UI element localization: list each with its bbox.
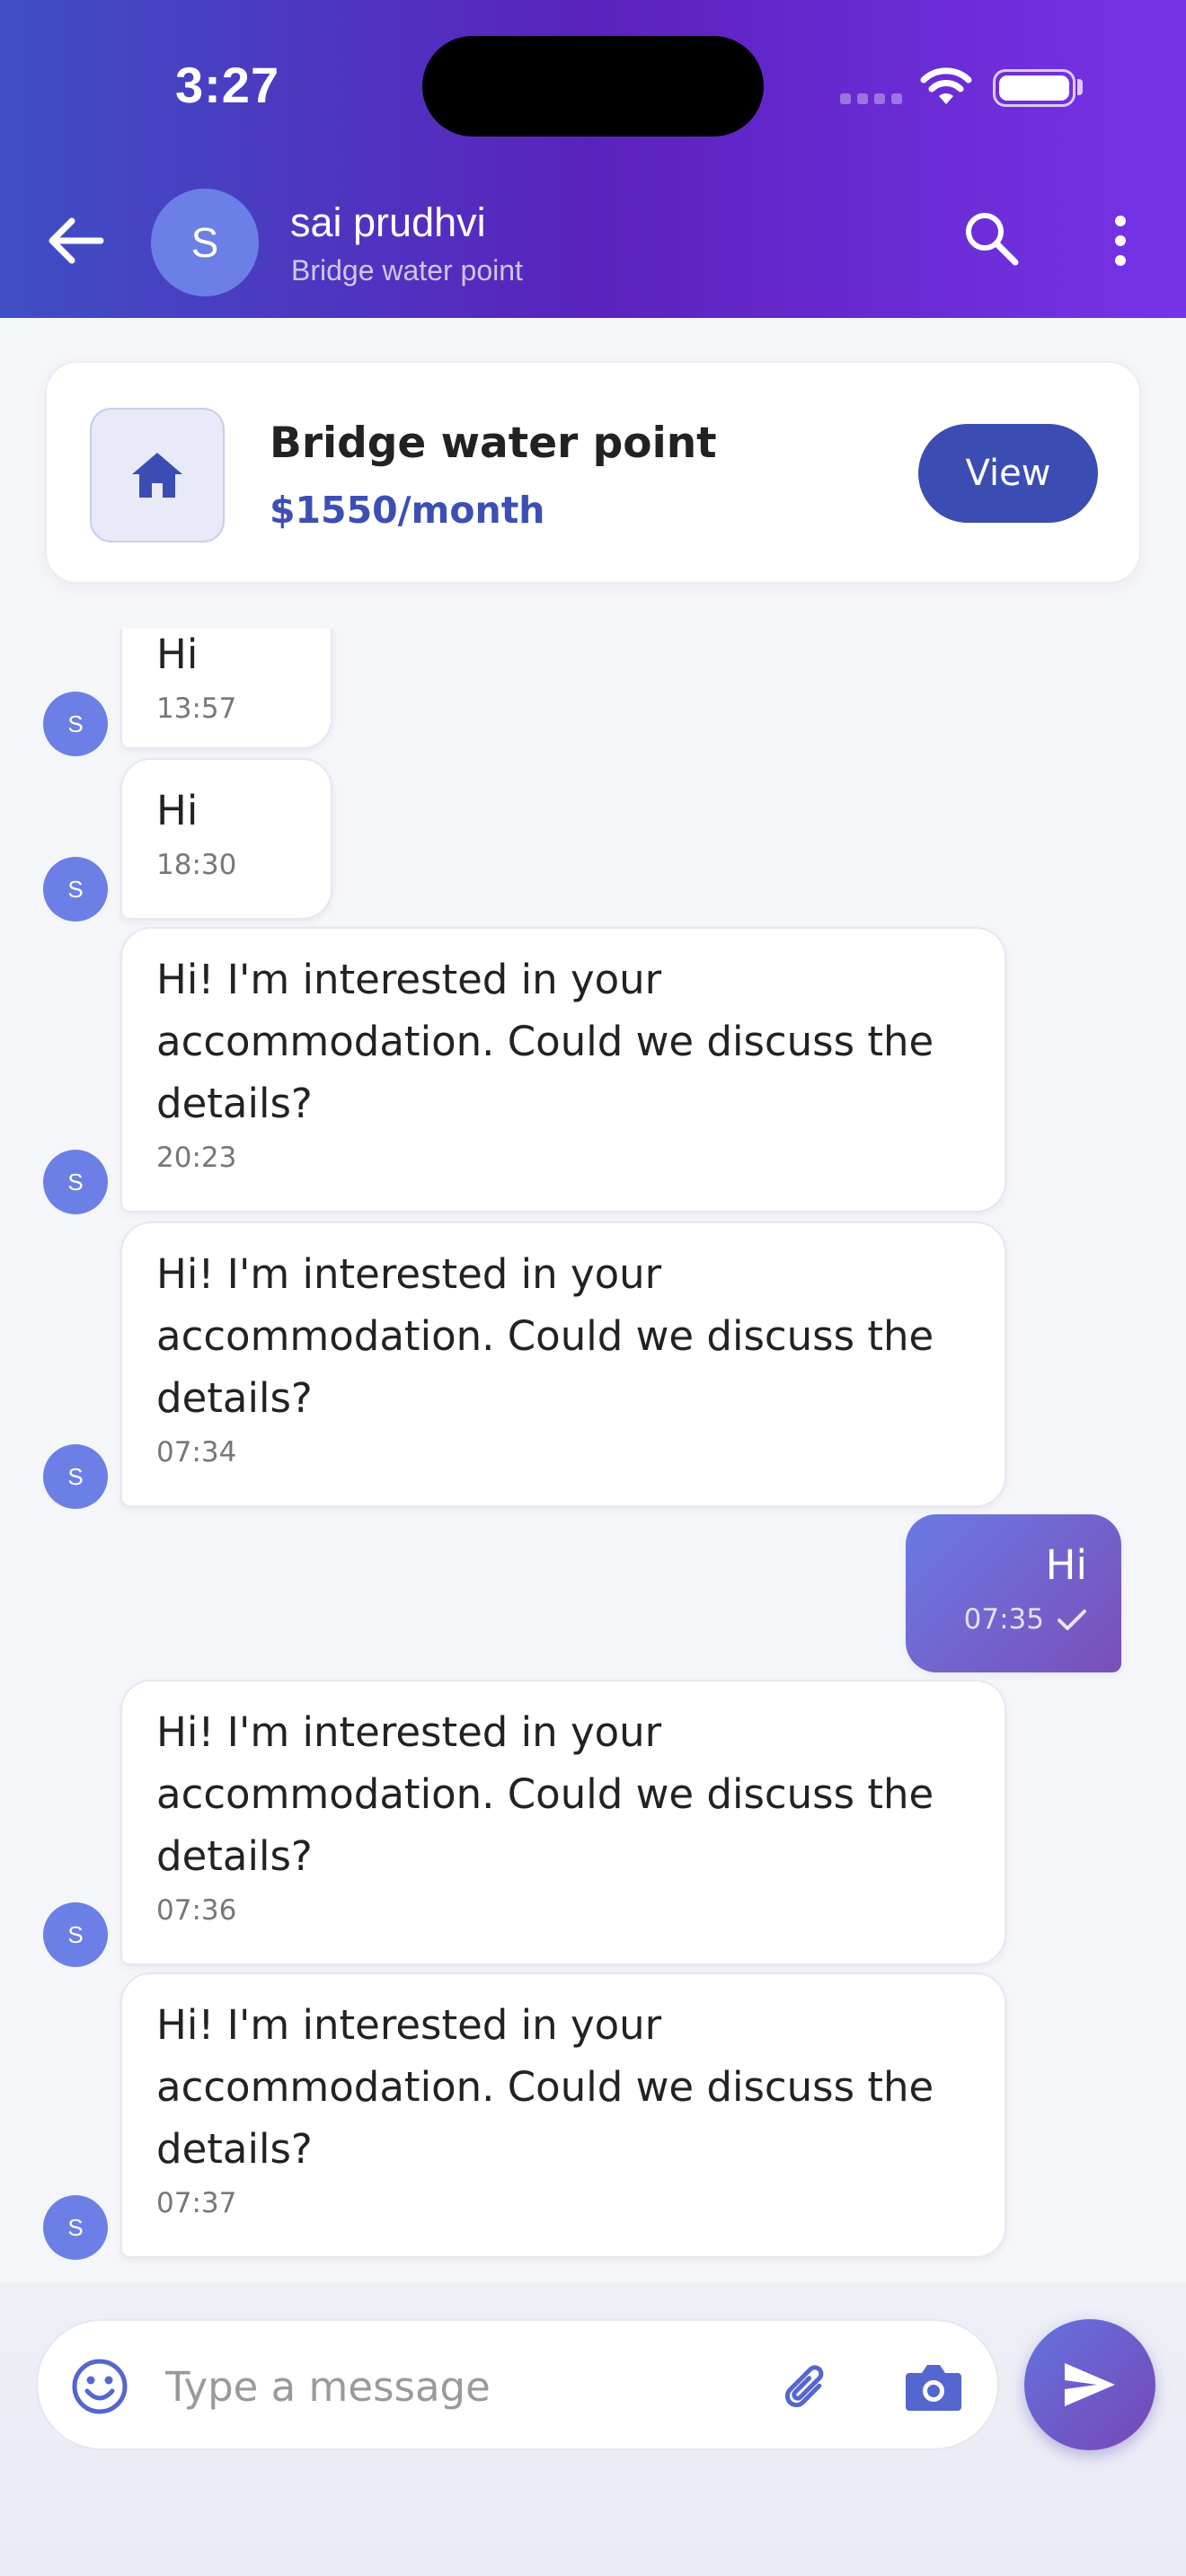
incoming-message[interactable]: Hi 13:57: [120, 629, 332, 749]
send-icon: [1065, 2363, 1115, 2406]
back-button[interactable]: [40, 208, 111, 273]
cellular-signal-icon: [840, 93, 902, 104]
incoming-message[interactable]: Hi! I'm interested in your accommodation…: [120, 927, 1006, 1213]
incoming-message[interactable]: Hi 18:30: [120, 758, 332, 920]
message-input-container[interactable]: [36, 2319, 999, 2450]
send-button[interactable]: [1024, 2319, 1155, 2450]
attach-button[interactable]: [774, 2355, 837, 2418]
search-icon: [966, 213, 1019, 266]
property-title: Bridge water point: [270, 419, 717, 468]
contact-name[interactable]: sai prudhvi: [290, 199, 486, 246]
incoming-message[interactable]: Hi! I'm interested in your accommodation…: [120, 1680, 1006, 1965]
message-text: Hi! I'm interested in your accommodation…: [156, 2001, 934, 2173]
message-time-row: 07:35: [940, 1603, 1087, 1636]
arrow-left-icon: [49, 217, 104, 264]
message-time: 07:35: [963, 1603, 1044, 1636]
sender-avatar[interactable]: S: [43, 1150, 108, 1214]
check-icon: [1058, 1610, 1086, 1630]
message-text: Hi! I'm interested in your accommodation…: [156, 1708, 934, 1880]
sender-avatar[interactable]: S: [43, 1444, 108, 1509]
more-vertical-icon: [1115, 216, 1126, 266]
sender-avatar[interactable]: S: [43, 857, 108, 922]
property-card[interactable]: Bridge water point $1550/month View: [45, 361, 1141, 584]
sender-avatar[interactable]: S: [43, 2195, 108, 2260]
contact-avatar[interactable]: S: [151, 189, 259, 296]
property-thumbnail: [90, 408, 225, 543]
message-time: 18:30: [156, 849, 237, 881]
status-time: 3:27: [175, 57, 280, 113]
message-time: 13:57: [156, 693, 237, 725]
composer-bar: [0, 2283, 1186, 2576]
message-text: Hi: [156, 787, 199, 834]
battery-cap: [1077, 79, 1083, 95]
view-property-button[interactable]: View: [918, 424, 1098, 523]
message-list[interactable]: Hi 13:57 S Hi 18:30 S Hi! I'm interested…: [0, 629, 1186, 2283]
contact-subtitle: Bridge water point: [291, 254, 523, 287]
incoming-message[interactable]: Hi! I'm interested in your accommodation…: [120, 1972, 1006, 2258]
chat-header: 3:27 S sai prudhvi Bridge water point: [0, 0, 1186, 318]
message-text: Hi! I'm interested in your accommodation…: [156, 956, 934, 1127]
outgoing-message[interactable]: Hi 07:35: [906, 1514, 1121, 1672]
emoji-icon: [72, 2359, 128, 2414]
more-options-button[interactable]: [1098, 212, 1143, 269]
message-text: Hi: [156, 631, 199, 678]
camera-button[interactable]: [902, 2357, 965, 2416]
message-input[interactable]: [165, 2353, 794, 2420]
message-time: 07:34: [156, 1436, 237, 1469]
camera-icon: [906, 2365, 961, 2411]
emoji-button[interactable]: [70, 2357, 129, 2416]
message-time: 20:23: [156, 1142, 237, 1174]
sender-avatar[interactable]: S: [43, 692, 108, 756]
home-icon: [132, 453, 182, 498]
paperclip-icon: [784, 2365, 824, 2408]
message-text: Hi! I'm interested in your accommodation…: [156, 1250, 934, 1422]
dynamic-island: [422, 36, 764, 137]
search-button[interactable]: [960, 207, 1022, 269]
wifi-icon: [920, 67, 972, 104]
incoming-message[interactable]: Hi! I'm interested in your accommodation…: [120, 1222, 1006, 1507]
property-price: $1550/month: [270, 489, 545, 532]
battery-icon: [993, 69, 1075, 107]
message-text: Hi: [1045, 1541, 1087, 1589]
message-time: 07:37: [156, 2187, 237, 2219]
sender-avatar[interactable]: S: [43, 1902, 108, 1967]
message-time: 07:36: [156, 1894, 237, 1927]
